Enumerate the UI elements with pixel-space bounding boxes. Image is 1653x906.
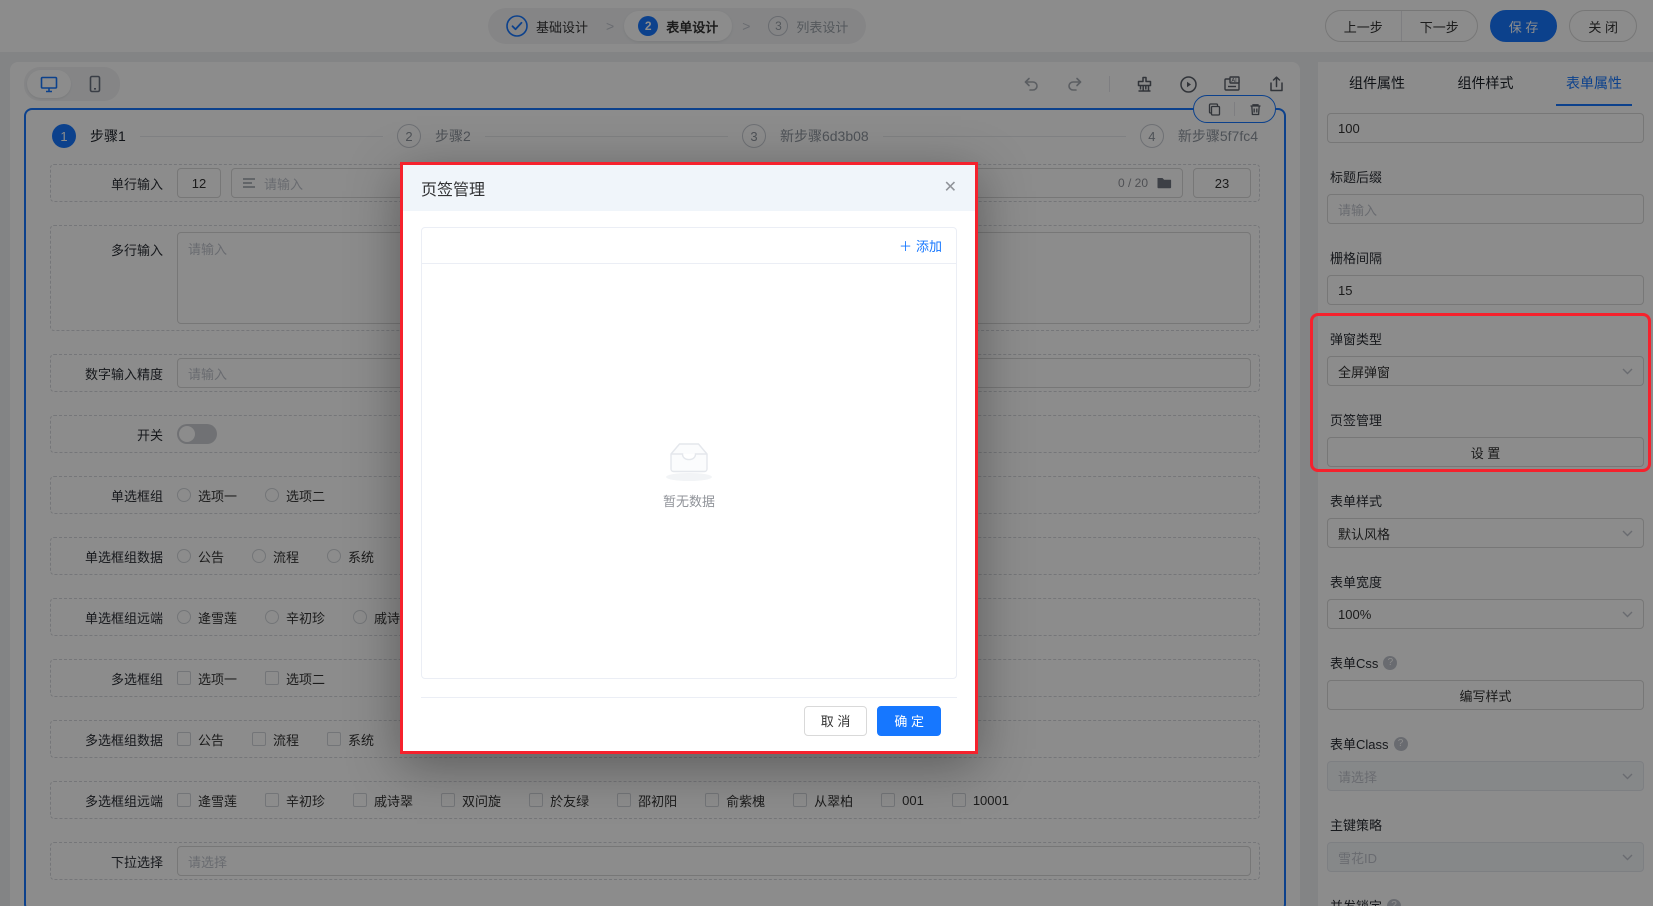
add-label: 添加 <box>915 239 942 254</box>
empty-text: 暂无数据 <box>662 493 715 509</box>
dialog-title: 页签管理 <box>421 182 486 199</box>
add-tab-link[interactable]: ＋ 添加 <box>899 236 942 255</box>
add-row: ＋ 添加 <box>422 228 956 264</box>
empty-state: 暂无数据 <box>422 264 956 678</box>
empty-box-icon <box>657 433 721 483</box>
dialog-header: 页签管理 ✕ <box>403 165 975 211</box>
cancel-button[interactable]: 取 消 <box>803 705 868 736</box>
dialog-footer: 取 消 确 定 <box>421 697 957 743</box>
plus-icon: ＋ <box>898 239 912 254</box>
screen: 基础设计 > 2 表单设计 > 3 列表设计 上一步 下一步 保 存 关 闭 A… <box>0 0 1653 906</box>
tab-management-dialog: 页签管理 ✕ ＋ 添加 暂无数据 取 消 确 定 <box>400 162 978 754</box>
dialog-body: ＋ 添加 暂无数据 取 消 确 定 <box>403 211 975 751</box>
close-icon[interactable]: ✕ <box>944 180 957 196</box>
confirm-button[interactable]: 确 定 <box>877 705 941 736</box>
tab-list-panel: ＋ 添加 暂无数据 <box>421 227 957 679</box>
